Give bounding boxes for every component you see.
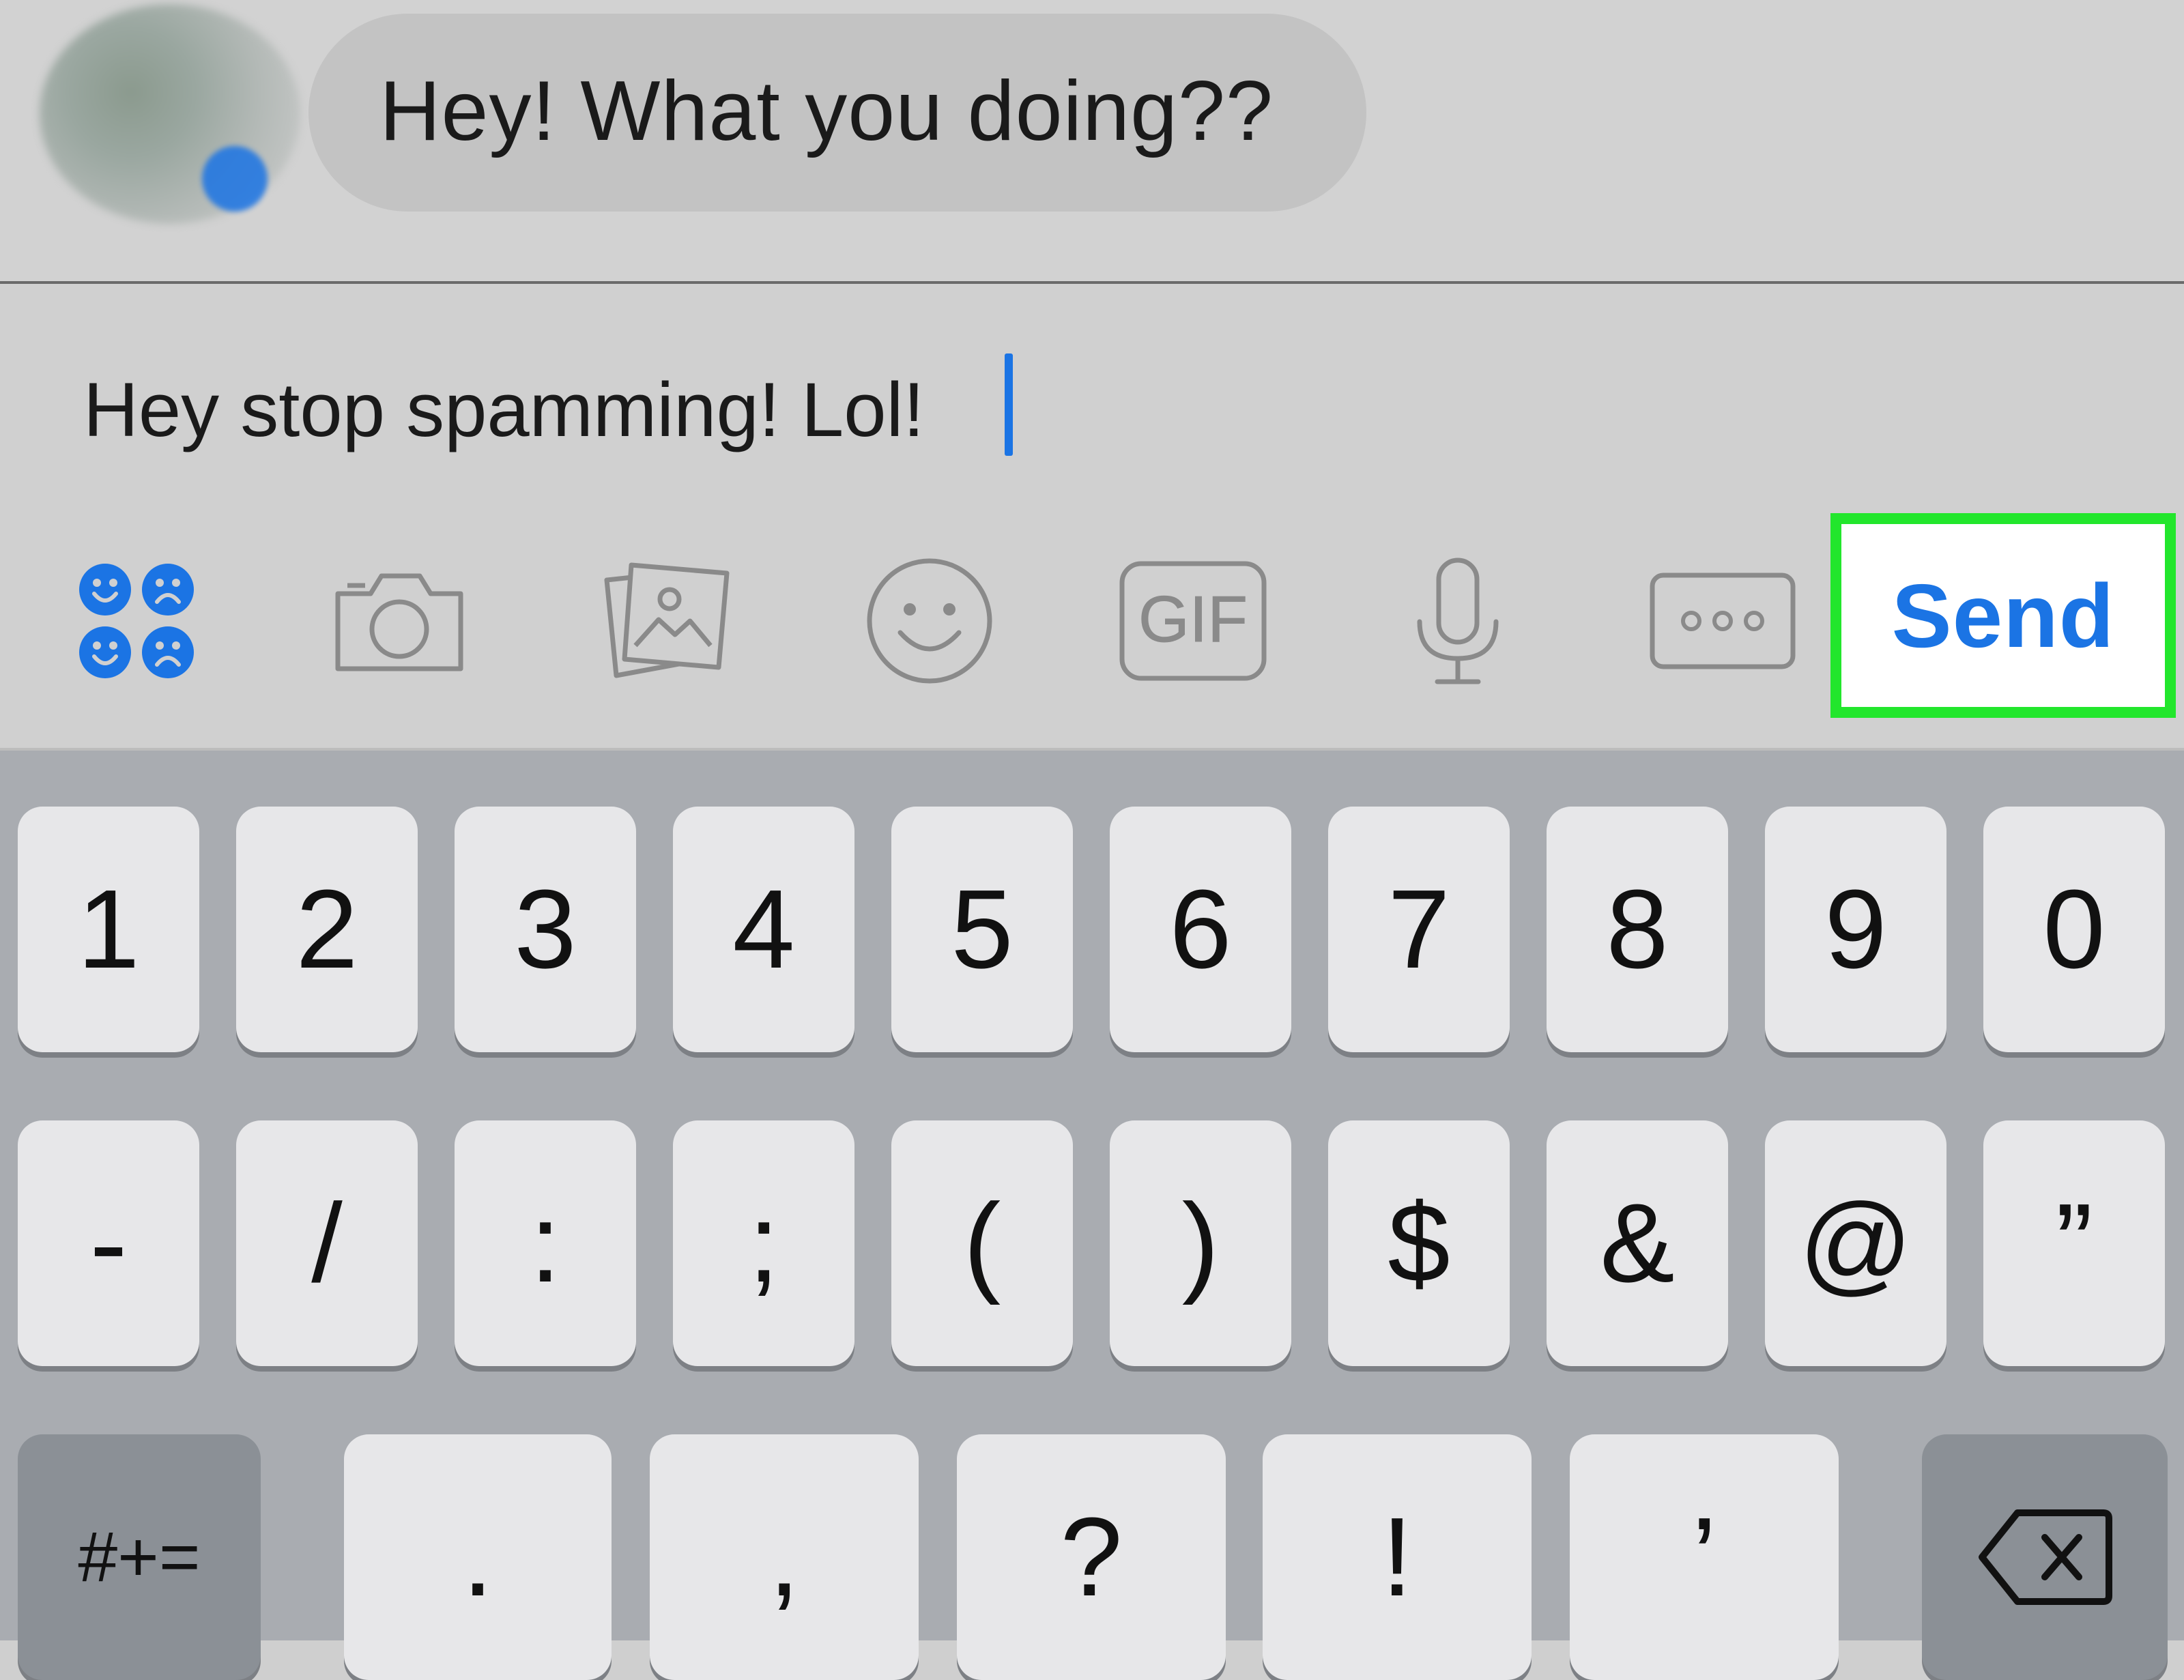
key-at[interactable]: @ <box>1765 1120 1946 1366</box>
more-icon[interactable] <box>1646 560 1799 682</box>
key-3[interactable]: 3 <box>455 807 636 1052</box>
key-dollar[interactable]: $ <box>1328 1120 1510 1366</box>
key-hyphen[interactable]: - <box>18 1120 199 1366</box>
delete-key[interactable] <box>1922 1434 2168 1680</box>
symbols-toggle-key[interactable]: #+= <box>18 1434 261 1680</box>
key-open-paren[interactable]: ( <box>891 1120 1073 1366</box>
send-label: Send <box>1891 565 2115 666</box>
key-comma[interactable]: , <box>650 1434 919 1680</box>
microphone-icon[interactable] <box>1390 557 1526 684</box>
key-0[interactable]: 0 <box>1983 807 2165 1052</box>
key-7[interactable]: 7 <box>1328 807 1510 1052</box>
key-ampersand[interactable]: & <box>1547 1120 1728 1366</box>
key-9[interactable]: 9 <box>1765 807 1946 1052</box>
key-6[interactable]: 6 <box>1110 807 1291 1052</box>
key-5[interactable]: 5 <box>891 807 1073 1052</box>
key-apostrophe[interactable]: ’ <box>1570 1434 1839 1680</box>
text-caret <box>1005 353 1013 456</box>
key-8[interactable]: 8 <box>1547 807 1728 1052</box>
message-input[interactable]: Hey stop spamming! Lol! <box>83 366 925 454</box>
camera-icon[interactable] <box>326 560 472 682</box>
key-exclamation[interactable]: ! <box>1263 1434 1532 1680</box>
key-question[interactable]: ? <box>957 1434 1226 1680</box>
key-close-paren[interactable]: ) <box>1110 1120 1291 1366</box>
key-4[interactable]: 4 <box>673 807 854 1052</box>
key-period[interactable]: . <box>344 1434 612 1680</box>
incoming-message-text: Hey! What you doing?? <box>379 64 1274 158</box>
key-quote[interactable]: ” <box>1983 1120 2165 1366</box>
key-slash[interactable]: / <box>236 1120 418 1366</box>
send-button[interactable]: Send <box>1830 513 2176 718</box>
smiley-icon[interactable] <box>861 558 998 684</box>
key-semicolon[interactable]: ; <box>673 1120 854 1366</box>
gif-icon[interactable]: GIF <box>1117 560 1269 682</box>
key-1[interactable]: 1 <box>18 807 199 1052</box>
gif-label: GIF <box>1138 583 1248 656</box>
photo-gallery-icon[interactable] <box>598 560 734 682</box>
messenger-badge-icon <box>202 146 268 212</box>
emoji-grid-icon[interactable] <box>68 560 205 682</box>
backspace-icon <box>1979 1509 2112 1605</box>
key-2[interactable]: 2 <box>236 807 418 1052</box>
key-colon[interactable]: : <box>455 1120 636 1366</box>
